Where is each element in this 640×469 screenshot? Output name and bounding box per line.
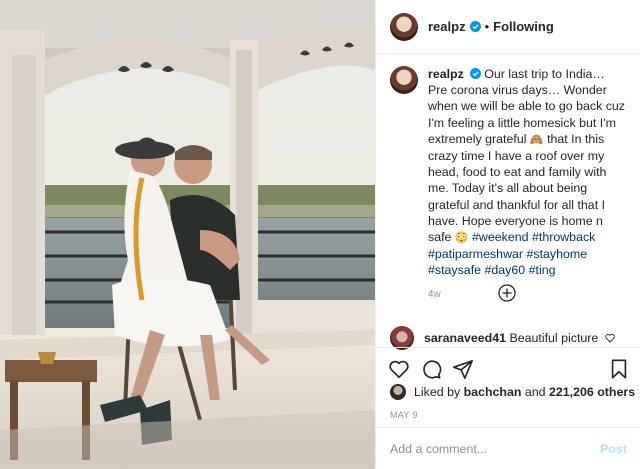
add-circle-icon[interactable]	[498, 284, 516, 302]
likes-text: Liked by bachchan and 221,206 others	[414, 385, 635, 399]
post-header: realpz • Following	[376, 0, 640, 54]
comment-body: Beautiful picture	[509, 331, 599, 345]
bookmark-icon[interactable]	[608, 358, 630, 380]
caption-avatar[interactable]	[390, 66, 418, 94]
comment-text: saranaveed41 Beautiful picture	[424, 331, 598, 345]
caption-age: 4w	[428, 288, 441, 300]
hashtag-day60[interactable]: #day60	[485, 263, 526, 277]
action-bar	[376, 347, 640, 388]
hashtag-ting[interactable]: #ting	[529, 263, 556, 277]
liker-username[interactable]: bachchan	[464, 385, 522, 399]
hashtag-staysafe[interactable]: #staysafe	[428, 263, 481, 277]
post-comment-button[interactable]: Post	[600, 442, 627, 456]
likes-summary: Liked by bachchan and 221,206 others	[390, 384, 635, 400]
liker-avatar[interactable]	[390, 384, 406, 400]
comment-icon[interactable]	[420, 358, 442, 380]
caption-body-2: that In this crazy time I have a roof ov…	[428, 131, 607, 245]
hashtag-throwback[interactable]: #throwback	[532, 230, 595, 244]
verified-badge-icon	[470, 68, 482, 79]
likes-middle: and	[521, 385, 549, 399]
verified-badge-icon	[469, 21, 481, 32]
add-comment-input[interactable]: Add a comment...	[390, 442, 600, 456]
action-icons	[376, 348, 640, 388]
header-separator: •	[484, 19, 490, 34]
caption-username[interactable]: realpz	[428, 67, 464, 81]
caption: realpz Our last trip to India… Pre coron…	[376, 66, 640, 303]
author-username[interactable]: realpz	[428, 19, 466, 34]
comment-like-heart-icon[interactable]	[605, 333, 615, 343]
post-date: MAY 9	[390, 410, 418, 420]
author-avatar[interactable]	[390, 12, 418, 41]
flushed-emoji: 😳	[454, 232, 469, 245]
hashtag-stayhome[interactable]: #stayhome	[527, 247, 588, 261]
caption-text: realpz Our last trip to India… Pre coron…	[428, 66, 627, 303]
post-sidebar: realpz • Following realpz Our last trip …	[375, 0, 640, 469]
share-icon[interactable]	[452, 358, 474, 380]
hashtag-patiparmeshwar[interactable]: #patiparmeshwar	[428, 247, 523, 261]
following-button[interactable]: Following	[493, 19, 554, 34]
likes-prefix: Liked by	[414, 385, 464, 399]
post-photo[interactable]	[0, 0, 375, 469]
see-no-evil-emoji: 🙈	[529, 133, 544, 146]
add-comment-bar: Add a comment... Post	[376, 427, 640, 469]
likes-count[interactable]: 221,206 others	[549, 385, 635, 399]
commenter-username[interactable]: saranaveed41	[424, 331, 506, 345]
heart-icon[interactable]	[388, 358, 410, 380]
hashtag-weekend[interactable]: #weekend	[472, 230, 529, 244]
